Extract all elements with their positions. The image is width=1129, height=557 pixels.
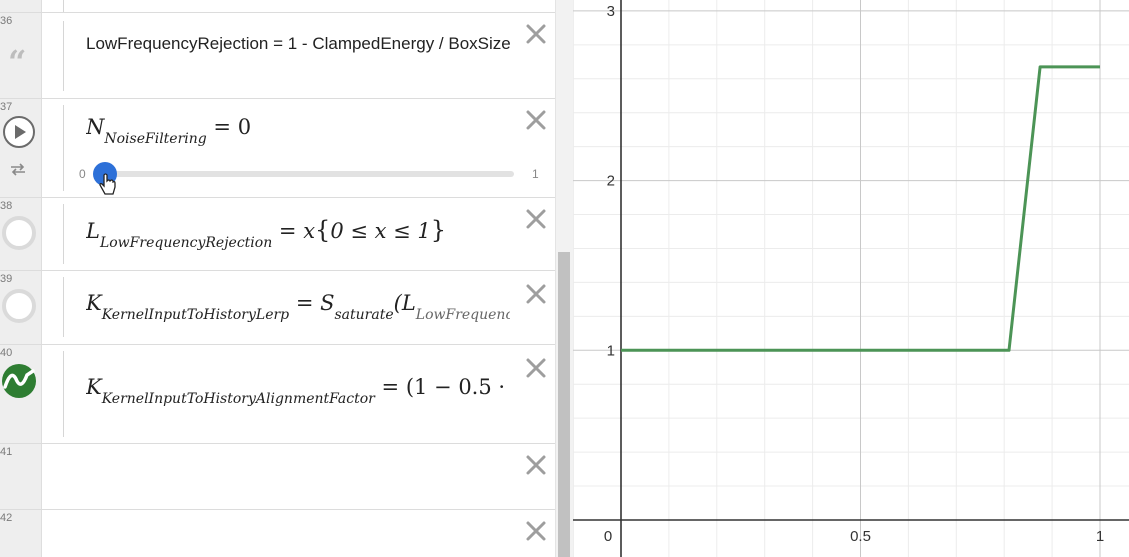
delete-expression-button[interactable] <box>525 23 547 45</box>
expression-row-38[interactable]: 38 LLowFrequencyRejection = x{0 ≤ x ≤ 1} <box>0 198 555 271</box>
row-divider <box>63 21 64 91</box>
axes <box>573 0 1129 557</box>
circle-icon[interactable] <box>1 215 37 256</box>
row-number: 38 <box>0 200 13 212</box>
circle-icon[interactable] <box>1 288 37 329</box>
expression-row-40[interactable]: 40 KKernelInputToHistoryAlignmentFactor … <box>0 345 555 444</box>
expression-row-37[interactable]: 37 NNoiseFiltering = 0 0 1 <box>0 99 555 198</box>
delete-expression-button[interactable] <box>525 283 547 305</box>
row-number: 42 <box>0 512 13 524</box>
y-tick-label: 3 <box>607 3 615 20</box>
row-number: 41 <box>0 446 13 458</box>
expression-list: 36 “ LowFrequencyRejection = 1 - Clamped… <box>0 0 555 557</box>
x-tick-label: 0.5 <box>850 528 871 545</box>
graph-canvas[interactable]: 0 0.5 1 1 2 3 <box>573 0 1129 557</box>
slider-track[interactable] <box>104 171 514 177</box>
expression-row-36[interactable]: 36 “ LowFrequencyRejection = 1 - Clamped… <box>0 13 555 99</box>
delete-expression-button[interactable] <box>525 357 547 379</box>
expression-formula[interactable]: KKernelInputToHistoryAlignmentFactor = (… <box>86 375 512 415</box>
wave-icon[interactable] <box>1 363 37 404</box>
loop-icon[interactable] <box>9 161 27 182</box>
expression-row-39[interactable]: 39 KKernelInputToHistoryLerp = Ssaturate… <box>0 271 555 345</box>
slider-max-label: 1 <box>532 167 539 181</box>
slider-expression[interactable]: NNoiseFiltering = 0 <box>86 115 506 155</box>
expression-row-partial[interactable] <box>0 0 555 13</box>
row-divider <box>63 204 64 264</box>
delete-expression-button[interactable] <box>525 109 547 131</box>
row-number: 40 <box>0 347 13 359</box>
expression-scrollbar-thumb[interactable] <box>558 252 570 557</box>
row-divider <box>63 105 64 191</box>
expression-formula[interactable]: KKernelInputToHistoryLerp = Ssaturate(LL… <box>86 291 510 331</box>
play-icon[interactable] <box>2 115 36 154</box>
delete-expression-button[interactable] <box>525 454 547 476</box>
x-tick-label: 1 <box>1096 528 1104 545</box>
expression-formula[interactable]: LLowFrequencyRejection = x{0 ≤ x ≤ 1} <box>86 216 506 256</box>
row-number: 36 <box>0 15 13 27</box>
slider-min-label: 0 <box>79 167 86 181</box>
minor-grid <box>573 0 1129 557</box>
tick-labels: 0 0.5 1 1 2 3 <box>604 3 1104 545</box>
row-number: 39 <box>0 273 13 285</box>
expression-row-42[interactable]: 42 <box>0 510 555 557</box>
row-divider <box>63 351 64 437</box>
delete-expression-button[interactable] <box>525 208 547 230</box>
note-text[interactable]: LowFrequencyRejection = 1 - ClampedEnerg… <box>86 33 516 55</box>
row-divider <box>63 277 64 337</box>
delete-expression-button[interactable] <box>525 520 547 542</box>
quote-icon: “ <box>8 43 27 81</box>
major-grid <box>573 0 1129 557</box>
row-number: 37 <box>0 101 13 113</box>
expression-row-41[interactable]: 41 <box>0 444 555 510</box>
x-tick-label: 0 <box>604 528 612 545</box>
y-tick-label: 1 <box>607 342 615 359</box>
row-divider <box>63 0 64 12</box>
y-tick-label: 2 <box>607 173 615 190</box>
